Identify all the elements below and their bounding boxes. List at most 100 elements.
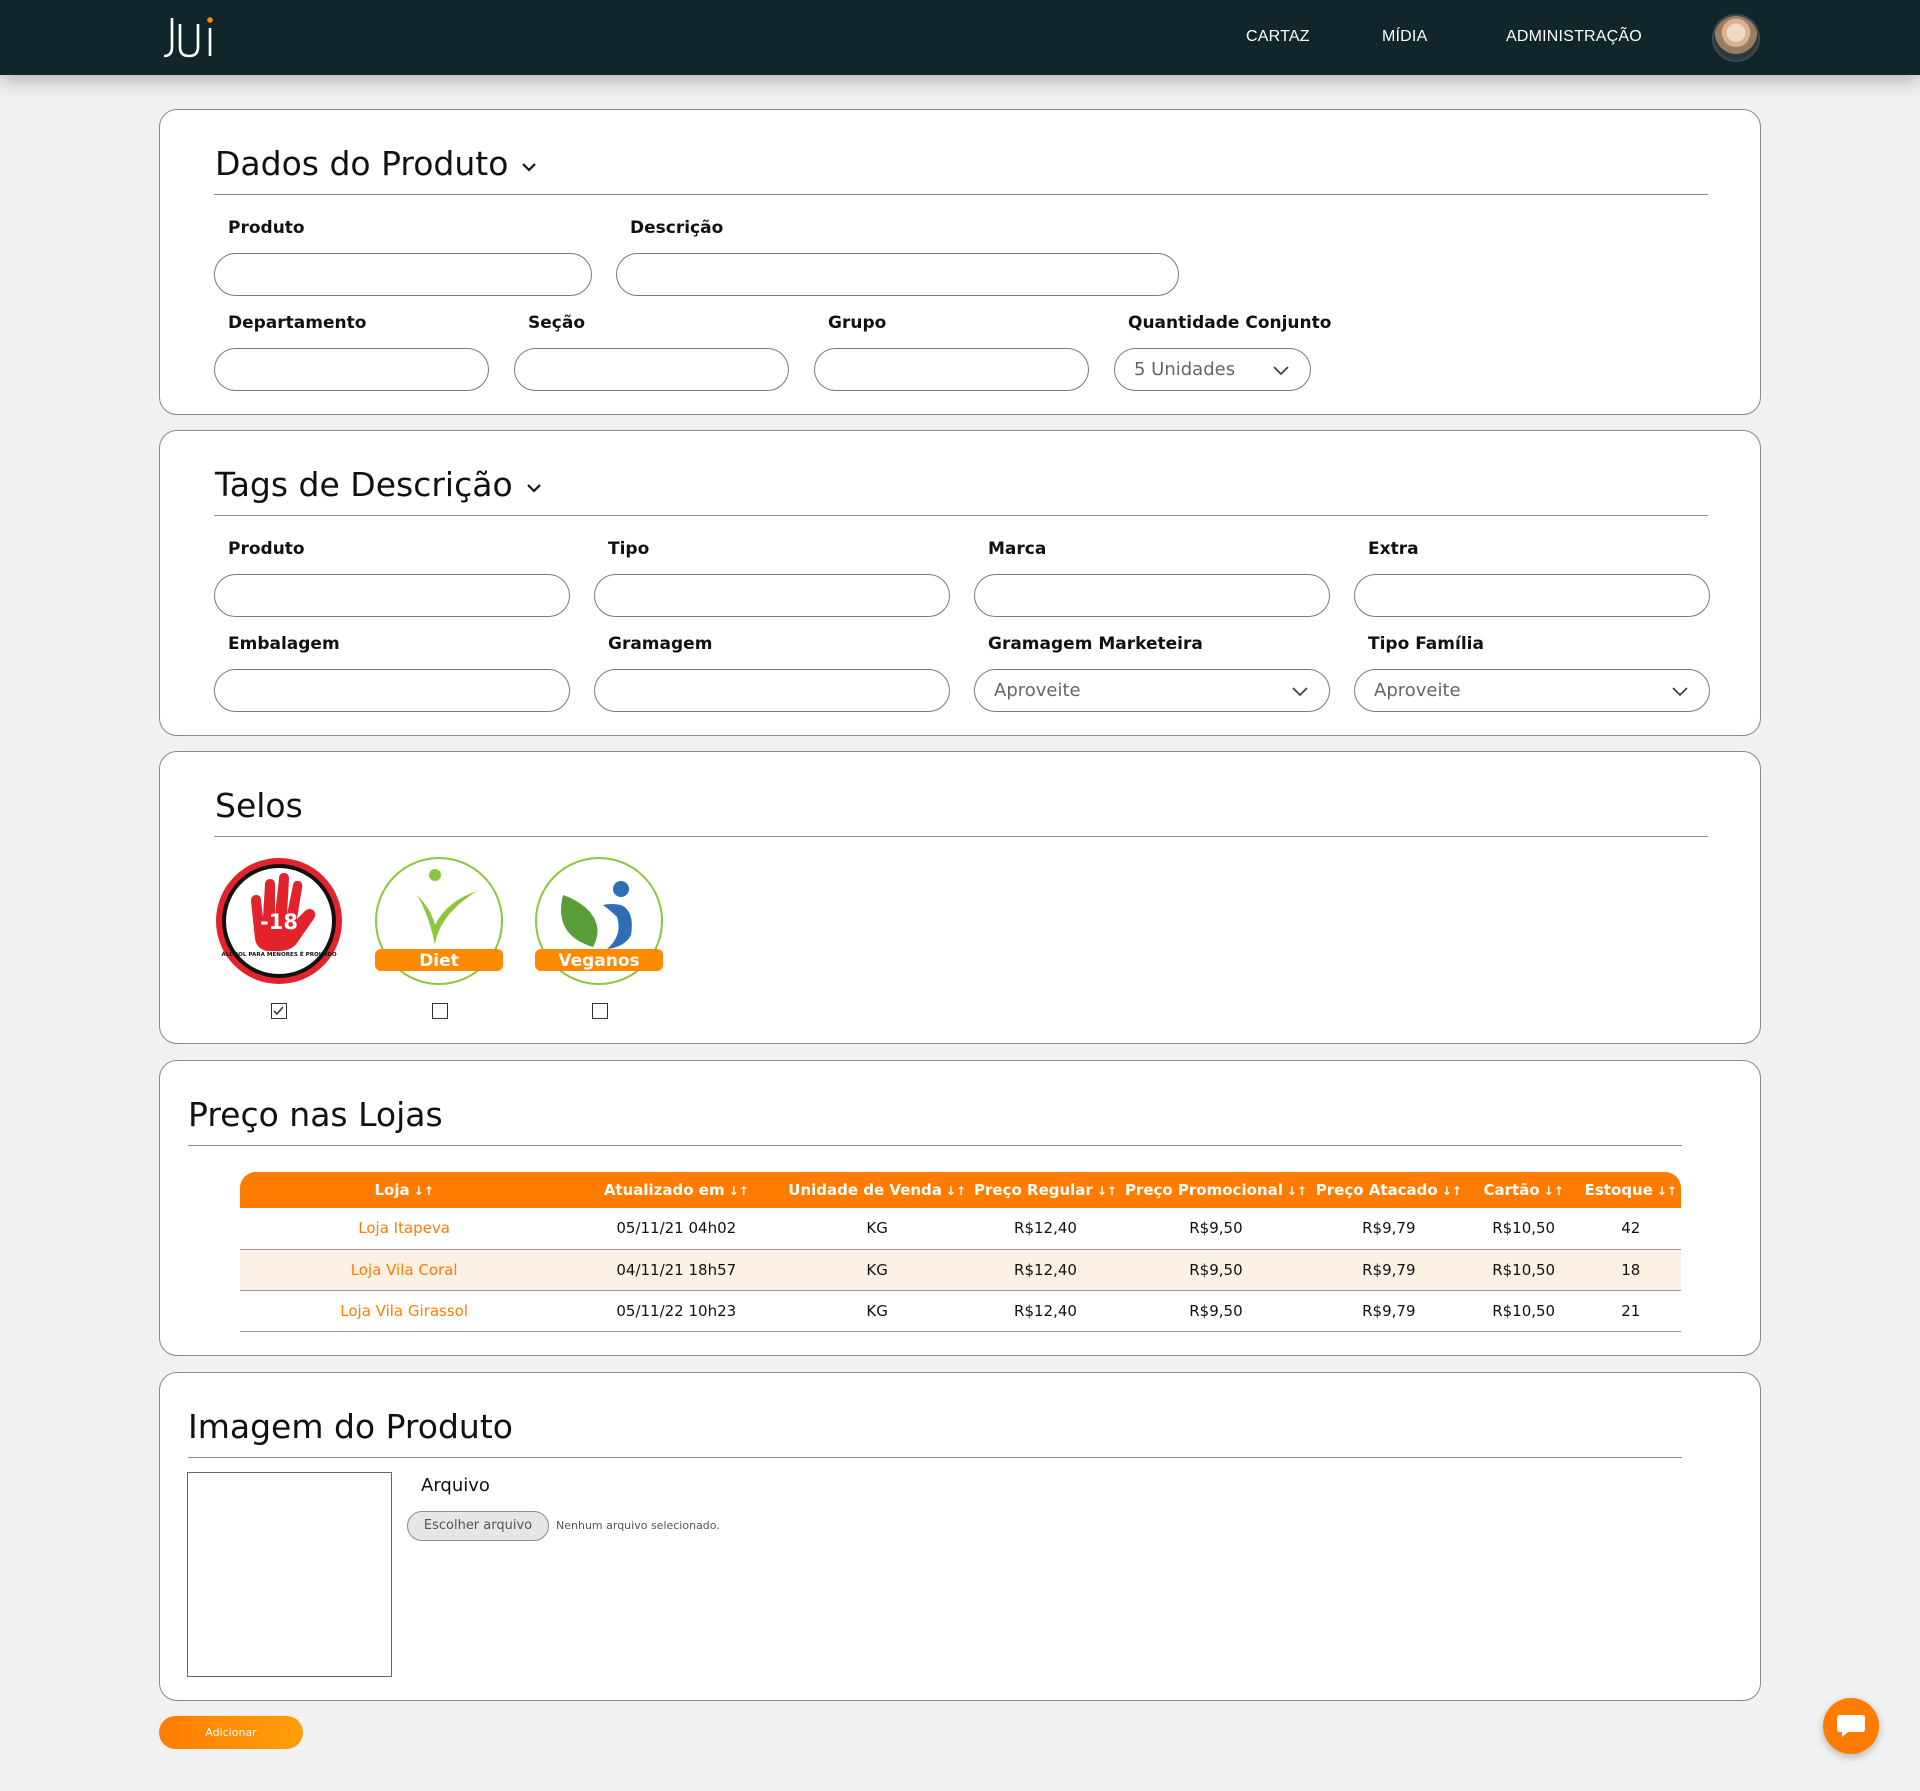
- chevron-down-icon: [1273, 366, 1289, 376]
- tags-descricao-card: Tags de Descrição Produto Tipo Marca Ext…: [159, 430, 1761, 736]
- sort-icon[interactable]: ↓↑: [1544, 1184, 1564, 1198]
- gramagem-input[interactable]: [594, 669, 950, 712]
- sort-icon[interactable]: ↓↑: [729, 1184, 749, 1198]
- table-cell: R$10,50: [1466, 1249, 1581, 1291]
- store-link[interactable]: Loja Itapeva: [240, 1208, 569, 1250]
- nav-midia[interactable]: MÍDIA: [1382, 28, 1427, 46]
- table-cell: KG: [784, 1290, 971, 1332]
- tag-produto-label: Produto: [228, 539, 305, 559]
- sort-icon[interactable]: ↓↑: [1442, 1184, 1462, 1198]
- table-cell: R$9,50: [1120, 1208, 1311, 1250]
- choose-file-button[interactable]: Escolher arquivo: [407, 1511, 549, 1541]
- imagem-produto-title: Imagem do Produto: [188, 1407, 513, 1446]
- svg-text:Veganos: Veganos: [558, 951, 639, 971]
- grupo-label: Grupo: [828, 313, 887, 333]
- sort-icon[interactable]: ↓↑: [1097, 1184, 1117, 1198]
- svg-text:ÁLCOOL PARA MENORES É PROIBIDO: ÁLCOOL PARA MENORES É PROIBIDO: [221, 950, 336, 958]
- selos-title: Selos: [215, 786, 303, 825]
- table-cell: R$12,40: [970, 1290, 1121, 1332]
- tag-produto-input[interactable]: [214, 574, 570, 617]
- gramagem-marketeira-label: Gramagem Marketeira: [988, 634, 1203, 654]
- seal-menores-18-checkbox[interactable]: [271, 1003, 287, 1019]
- table-cell: R$12,40: [970, 1249, 1121, 1291]
- sort-icon[interactable]: ↓↑: [414, 1184, 434, 1198]
- divider: [188, 1457, 1682, 1458]
- table-cell: R$9,79: [1310, 1208, 1467, 1250]
- chevron-down-icon: [1672, 687, 1688, 697]
- column-header-preco-promocional[interactable]: Preço Promocional ↓↑: [1121, 1172, 1311, 1208]
- adicionar-button[interactable]: Adicionar: [159, 1716, 303, 1749]
- tipo-familia-select[interactable]: Aproveite: [1354, 669, 1710, 712]
- jui-logo[interactable]: [158, 14, 222, 60]
- column-header-loja[interactable]: Loja ↓↑: [240, 1172, 568, 1208]
- checkmark-icon: [273, 1006, 284, 1016]
- table-row[interactable]: Loja Vila Coral 04/11/21 18h57 KG R$12,4…: [240, 1249, 1681, 1291]
- nav-administracao[interactable]: ADMINISTRAÇÃO: [1506, 28, 1642, 46]
- column-header-estoque[interactable]: Estoque ↓↑: [1581, 1172, 1681, 1208]
- sort-icon[interactable]: ↓↑: [1657, 1184, 1677, 1198]
- departamento-input[interactable]: [214, 348, 489, 391]
- quantidade-conjunto-value: 5 Unidades: [1134, 359, 1236, 380]
- table-cell: R$9,50: [1120, 1249, 1311, 1291]
- store-link[interactable]: Loja Vila Girassol: [240, 1290, 569, 1332]
- store-link[interactable]: Loja Vila Coral: [240, 1249, 569, 1291]
- imagem-produto-card: Imagem do Produto Arquivo: [159, 1372, 1761, 1701]
- chevron-down-icon: [1292, 687, 1308, 697]
- divider: [214, 515, 1708, 516]
- chat-button[interactable]: [1823, 1698, 1879, 1754]
- column-header-atualizado[interactable]: Atualizado em ↓↑: [568, 1172, 784, 1208]
- svg-text:Diet: Diet: [419, 951, 459, 971]
- seal-diet-icon[interactable]: Diet: [373, 855, 505, 987]
- table-row[interactable]: Loja Itapeva 05/11/21 04h02 KG R$12,40 R…: [240, 1208, 1681, 1250]
- dados-produto-title: Dados do Produto: [215, 144, 509, 183]
- seal-veganos-checkbox[interactable]: [592, 1003, 608, 1019]
- table-cell: 05/11/21 04h02: [568, 1208, 785, 1250]
- seal-menores-18-icon[interactable]: -18 ÁLCOOL PARA MENORES É PROIBIDO: [213, 855, 345, 987]
- preco-lojas-header: Preço nas Lojas: [188, 1095, 443, 1134]
- user-avatar[interactable]: [1712, 14, 1760, 62]
- table-header-row: Loja ↓↑ Atualizado em ↓↑ Unidade de Venda ↓…: [240, 1172, 1681, 1208]
- sort-icon[interactable]: ↓↑: [1287, 1184, 1307, 1198]
- table-cell: R$12,40: [970, 1208, 1121, 1250]
- column-header-preco-atacado[interactable]: Preço Atacado ↓↑: [1311, 1172, 1467, 1208]
- produto-label: Produto: [228, 218, 305, 238]
- embalagem-label: Embalagem: [228, 634, 340, 654]
- file-status-text: Nenhum arquivo selecionado.: [556, 1519, 720, 1532]
- gramagem-marketeira-value: Aproveite: [994, 680, 1081, 701]
- table-cell: KG: [784, 1249, 971, 1291]
- column-header-cartao[interactable]: Cartão ↓↑: [1467, 1172, 1581, 1208]
- seal-diet-checkbox[interactable]: [432, 1003, 448, 1019]
- dados-produto-header[interactable]: Dados do Produto: [215, 144, 538, 183]
- table-row[interactable]: Loja Vila Girassol 05/11/22 10h23 KG R$1…: [240, 1290, 1681, 1332]
- preco-lojas-title: Preço nas Lojas: [188, 1095, 443, 1134]
- tag-tipo-label: Tipo: [608, 539, 650, 559]
- descricao-label: Descrição: [630, 218, 724, 238]
- embalagem-input[interactable]: [214, 669, 570, 712]
- table-cell: 04/11/21 18h57: [568, 1249, 785, 1291]
- divider: [214, 836, 1708, 837]
- secao-input[interactable]: [514, 348, 789, 391]
- imagem-produto-header: Imagem do Produto: [188, 1407, 513, 1446]
- seal-veganos-icon[interactable]: Veganos: [533, 855, 665, 987]
- quantidade-conjunto-select[interactable]: 5 Unidades: [1114, 348, 1311, 391]
- descricao-input[interactable]: [616, 253, 1179, 296]
- table-cell: 05/11/22 10h23: [568, 1290, 785, 1332]
- nav-cartaz[interactable]: CARTAZ: [1246, 28, 1310, 46]
- sort-icon[interactable]: ↓↑: [946, 1184, 966, 1198]
- tag-tipo-input[interactable]: [594, 574, 950, 617]
- table-cell: R$9,79: [1310, 1290, 1467, 1332]
- column-header-unidade[interactable]: Unidade de Venda ↓↑: [784, 1172, 970, 1208]
- selos-header: Selos: [215, 786, 303, 825]
- produto-input[interactable]: [214, 253, 592, 296]
- tag-extra-input[interactable]: [1354, 574, 1710, 617]
- quantidade-conjunto-label: Quantidade Conjunto: [1128, 313, 1332, 333]
- gramagem-marketeira-select[interactable]: Aproveite: [974, 669, 1330, 712]
- column-header-preco-regular[interactable]: Preço Regular ↓↑: [970, 1172, 1121, 1208]
- arquivo-label: Arquivo: [421, 1475, 490, 1496]
- tag-marca-input[interactable]: [974, 574, 1330, 617]
- tags-descricao-header[interactable]: Tags de Descrição: [215, 465, 543, 504]
- table-cell: 18: [1580, 1249, 1681, 1291]
- grupo-input[interactable]: [814, 348, 1089, 391]
- table-cell: 21: [1580, 1290, 1681, 1332]
- tag-extra-label: Extra: [1368, 539, 1419, 559]
